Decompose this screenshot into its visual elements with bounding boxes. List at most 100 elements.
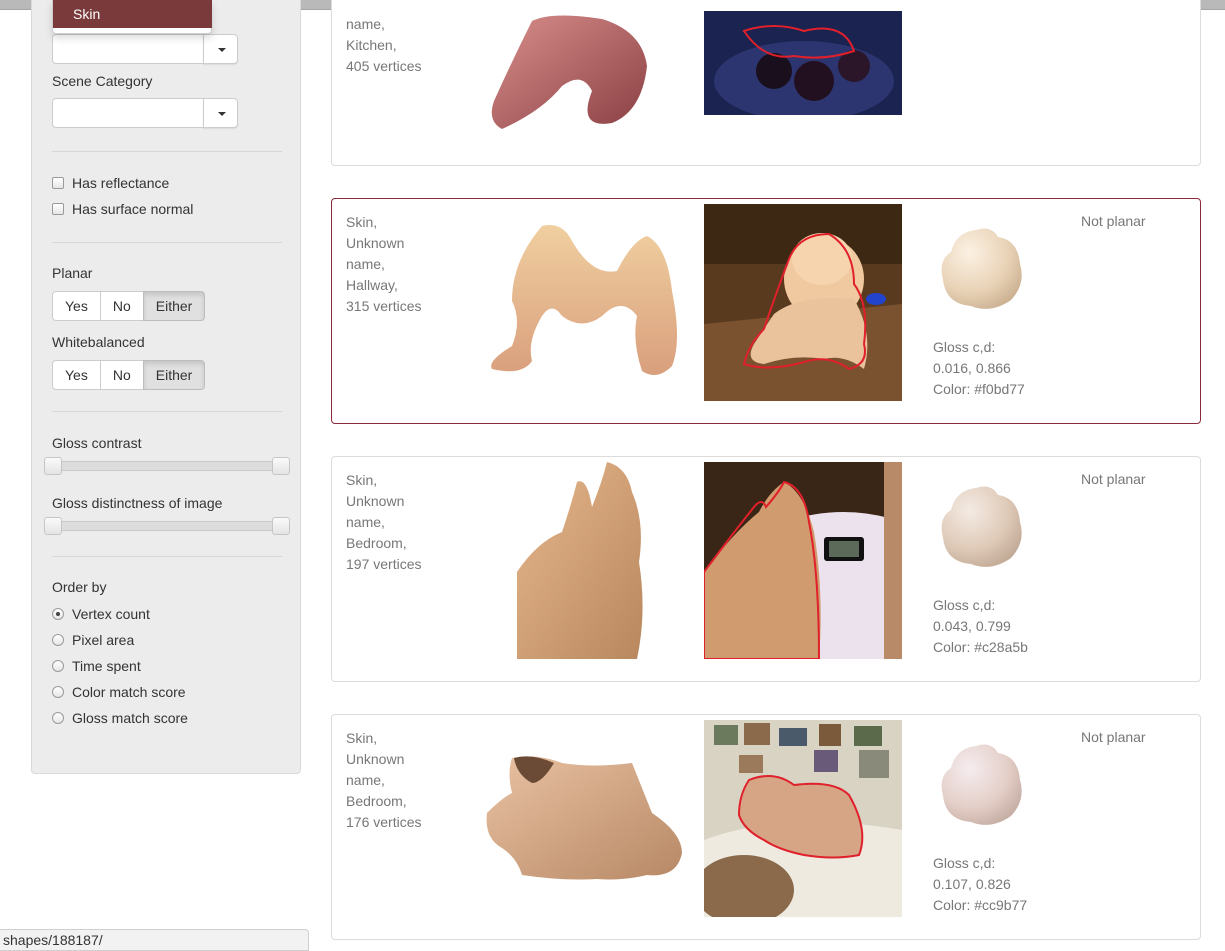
meta-line: 176 vertices	[346, 814, 422, 830]
gloss-distinctness-label: Gloss distinctness of image	[52, 495, 223, 511]
meta-line: Skin,	[346, 214, 378, 230]
shape-photo-graphic	[704, 11, 902, 115]
order-gloss-match-radio[interactable]: Gloss match score	[52, 710, 188, 726]
meta-line: Bedroom,	[346, 793, 407, 809]
radio-label: Color match score	[72, 684, 186, 700]
filter-sidebar: Scene Category Has reflectance Has surfa…	[31, 0, 301, 774]
scene-category-dropdown-button[interactable]	[203, 98, 238, 128]
gloss-sphere-render	[941, 744, 1022, 825]
radio-label: Pixel area	[72, 632, 135, 648]
has-surface-normal-label: Has surface normal	[72, 201, 194, 217]
shape-source-photo	[704, 720, 902, 917]
gloss-sphere-render	[941, 228, 1022, 309]
radio-dot[interactable]	[52, 660, 64, 672]
whitebalanced-yes-button[interactable]: Yes	[52, 360, 101, 390]
slider-track[interactable]	[52, 521, 282, 531]
scene-category-label: Scene Category	[52, 73, 153, 89]
shape-card[interactable]: Skin, Unknown name, Bedroom, 176 vertice…	[331, 714, 1201, 940]
whitebalanced-label: Whitebalanced	[52, 334, 145, 350]
planar-yes-button[interactable]: Yes	[52, 291, 101, 321]
shape-photo-graphic	[704, 204, 902, 401]
whitebalanced-toggle-group: Yes No Either	[52, 360, 206, 390]
gloss-sphere-render	[941, 486, 1022, 567]
shape-source-photo	[704, 11, 902, 115]
divider	[52, 556, 282, 557]
meta-line: Kitchen,	[346, 37, 397, 53]
shape-cutout-image	[517, 462, 643, 659]
gloss-distinctness-slider[interactable]	[44, 517, 290, 535]
planar-toggle-group: Yes No Either	[52, 291, 206, 321]
order-by-label: Order by	[52, 579, 107, 595]
meta-line: name,	[346, 16, 385, 32]
meta-line: name,	[346, 256, 385, 272]
shape-meta: Skin, Unknown name, Hallway, 315 vertice…	[346, 212, 421, 317]
has-reflectance-checkbox[interactable]: Has reflectance	[52, 175, 169, 191]
substance-combobox[interactable]	[52, 34, 238, 64]
color-value: Color: #f0bd77	[933, 381, 1025, 397]
meta-line: 197 vertices	[346, 556, 422, 572]
shape-cutout-image	[491, 15, 647, 130]
meta-line: Unknown	[346, 751, 405, 767]
gloss-contrast-slider[interactable]	[44, 457, 290, 475]
slider-min-handle[interactable]	[44, 457, 62, 475]
caret-down-icon	[218, 48, 226, 52]
shape-photo-graphic	[704, 462, 902, 659]
dropdown-option-skin[interactable]: Skin	[53, 0, 212, 28]
gloss-stats: Gloss c,d: 0.107, 0.826 Color: #cc9b77	[933, 853, 1027, 916]
shape-card[interactable]: Skin, Unknown name, Hallway, 315 vertice…	[331, 198, 1201, 424]
meta-line: Hallway,	[346, 277, 398, 293]
meta-line: 315 vertices	[346, 298, 422, 314]
has-reflectance-label: Has reflectance	[72, 175, 170, 191]
checkbox-box[interactable]	[52, 203, 64, 215]
order-pixel-area-radio[interactable]: Pixel area	[52, 632, 134, 648]
gloss-stats: Gloss c,d: 0.043, 0.799 Color: #c28a5b	[933, 595, 1028, 658]
radio-label: Time spent	[72, 658, 141, 674]
radio-dot[interactable]	[52, 686, 64, 698]
radio-dot[interactable]	[52, 608, 64, 620]
caret-down-icon	[218, 112, 226, 116]
shape-cutout-image	[491, 225, 677, 375]
planar-status: Not planar	[1081, 729, 1146, 745]
slider-min-handle[interactable]	[44, 517, 62, 535]
meta-line: Skin,	[346, 730, 378, 746]
shape-card[interactable]: Skin, Unknown name, Bedroom, 197 vertice…	[331, 456, 1201, 682]
gloss-values: 0.107, 0.826	[933, 876, 1011, 892]
radio-dot[interactable]	[52, 634, 64, 646]
order-time-spent-radio[interactable]: Time spent	[52, 658, 141, 674]
meta-line: Unknown	[346, 235, 405, 251]
gloss-values: 0.043, 0.799	[933, 618, 1011, 634]
checkbox-box[interactable]	[52, 177, 64, 189]
shape-meta: name, Kitchen, 405 vertices	[346, 14, 421, 77]
gloss-stats: Gloss c,d: 0.016, 0.866 Color: #f0bd77	[933, 337, 1025, 400]
slider-track[interactable]	[52, 461, 282, 471]
planar-label: Planar	[52, 265, 93, 281]
has-surface-normal-checkbox[interactable]: Has surface normal	[52, 201, 193, 217]
color-value: Color: #c28a5b	[933, 639, 1028, 655]
order-vertex-count-radio[interactable]: Vertex count	[52, 606, 150, 622]
planar-either-button[interactable]: Either	[142, 291, 206, 321]
link-status-bar: shapes/188187/	[0, 929, 309, 951]
order-color-match-radio[interactable]: Color match score	[52, 684, 186, 700]
scene-category-input[interactable]	[52, 98, 204, 128]
substance-dropdown-button[interactable]	[203, 34, 238, 64]
shape-meta: Skin, Unknown name, Bedroom, 176 vertice…	[346, 728, 421, 833]
shape-card[interactable]: name, Kitchen, 405 vertices	[331, 0, 1201, 166]
shape-source-photo	[704, 204, 902, 401]
shape-source-photo	[704, 462, 902, 659]
meta-line: Skin,	[346, 472, 378, 488]
meta-line: Bedroom,	[346, 535, 407, 551]
whitebalanced-no-button[interactable]: No	[99, 360, 144, 390]
radio-label: Gloss match score	[72, 710, 188, 726]
divider	[52, 242, 282, 243]
slider-max-handle[interactable]	[272, 517, 290, 535]
substance-input[interactable]	[52, 34, 204, 64]
dropdown-option-label: Skin	[73, 6, 101, 22]
planar-no-button[interactable]: No	[99, 291, 144, 321]
scene-category-combobox[interactable]	[52, 98, 238, 128]
divider	[52, 151, 282, 152]
slider-max-handle[interactable]	[272, 457, 290, 475]
whitebalanced-either-button[interactable]: Either	[142, 360, 206, 390]
planar-status: Not planar	[1081, 471, 1146, 487]
radio-dot[interactable]	[52, 712, 64, 724]
meta-line: 405 vertices	[346, 58, 422, 74]
